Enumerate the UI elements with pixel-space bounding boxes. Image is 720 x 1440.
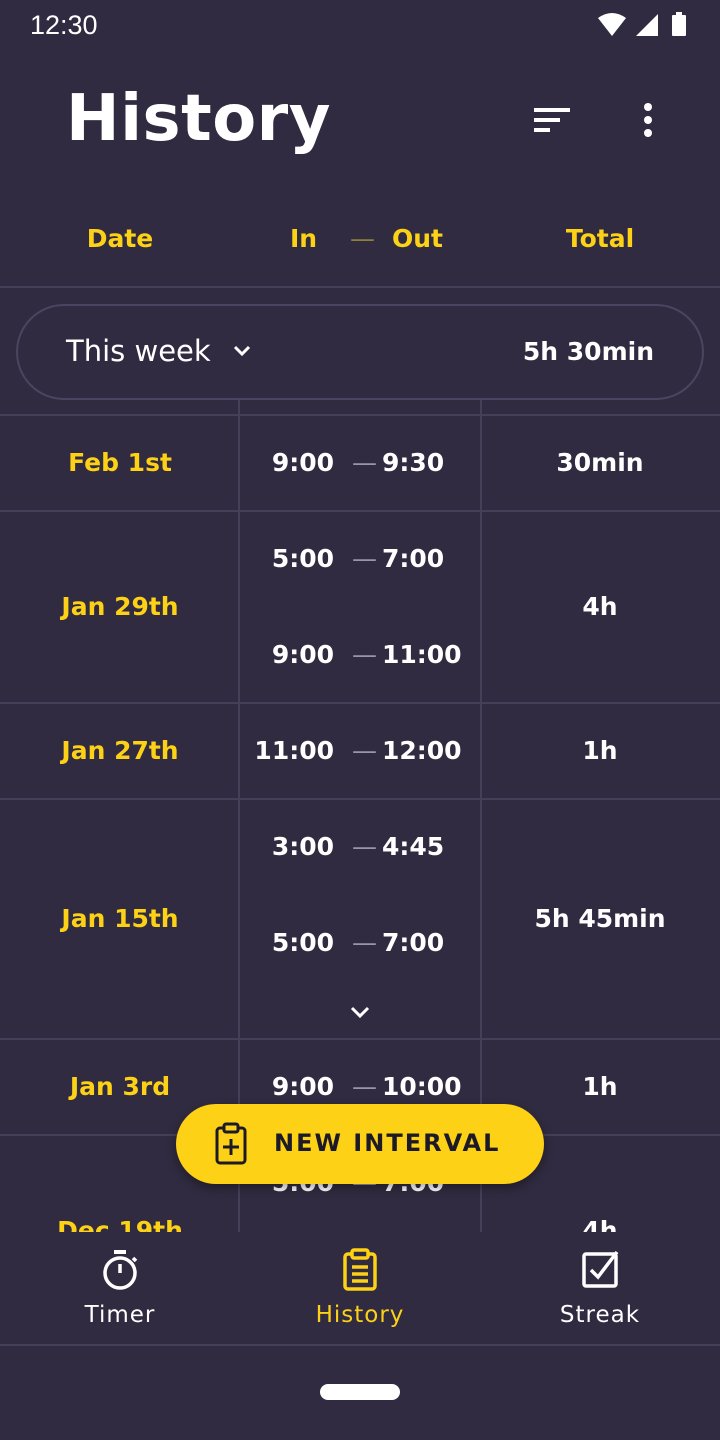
page-title: History — [66, 82, 331, 156]
header-total: Total — [565, 224, 635, 253]
row-date: Jan 27th — [61, 736, 179, 765]
status-time: 12:30 — [30, 10, 98, 40]
interval-out: 9:30 — [382, 448, 445, 477]
row-total: 1h — [582, 736, 618, 765]
interval: 5:00 — 7:00 — [240, 928, 480, 968]
row-date: Feb 1st — [68, 448, 172, 477]
wifi-icon — [598, 13, 626, 36]
clipboard-add-icon — [215, 1122, 247, 1165]
interval-in: 9:00 — [271, 640, 334, 669]
nav-item-history[interactable]: History — [240, 1232, 480, 1344]
nav-label-history: History — [315, 1302, 405, 1328]
chevron-down-icon[interactable] — [348, 1004, 372, 1020]
status-bar: 12:30 — [0, 0, 720, 50]
nav-label-streak: Streak — [559, 1302, 641, 1328]
bottom-navigation: Timer History Streak — [0, 1232, 720, 1344]
interval: 9:00 — 11:00 — [240, 640, 480, 680]
interval-in: 11:00 — [254, 736, 334, 765]
battery-icon — [672, 12, 686, 36]
row-total: 1h — [582, 1072, 618, 1101]
interval-out: 11:00 — [382, 640, 462, 669]
interval-in: 5:00 — [271, 544, 334, 573]
header-out: Out — [392, 224, 444, 253]
table-row[interactable]: Jan 15th 3:00 — 4:45 5:00 — 7:00 5h 45mi… — [0, 800, 720, 1040]
interval: 11:00 — 12:00 — [240, 736, 480, 776]
stopwatch-icon — [103, 1250, 138, 1290]
new-interval-button[interactable]: NEW INTERVAL — [176, 1104, 544, 1184]
interval-out: 4:45 — [382, 832, 445, 861]
row-date: Jan 15th — [61, 904, 179, 933]
cell-signal-icon — [636, 14, 658, 36]
row-date: Dec 19th — [57, 1216, 183, 1232]
interval-out: 7:00 — [382, 544, 445, 573]
interval-dash: — — [352, 928, 377, 957]
row-total: 4h — [582, 1216, 618, 1232]
nav-item-timer[interactable]: Timer — [0, 1232, 240, 1344]
home-indicator[interactable] — [320, 1384, 400, 1400]
interval-dash: — — [352, 832, 377, 861]
interval-out: 10:00 — [382, 1072, 462, 1101]
column-headers: Date In — Out Total — [0, 208, 720, 268]
interval-in: 9:00 — [271, 448, 334, 477]
clipboard-list-icon — [343, 1248, 377, 1291]
interval: 3:00 — 4:45 — [240, 832, 480, 872]
interval-in: 3:00 — [271, 832, 334, 861]
period-selector[interactable]: This week 5h 30min — [16, 304, 704, 400]
table-row[interactable]: Jan 27th 11:00 — 12:00 1h — [0, 704, 720, 800]
row-total: 4h — [582, 592, 618, 621]
interval: 5:00 — 7:00 — [240, 544, 480, 584]
interval-dash: — — [352, 1072, 377, 1101]
row-total: 5h 45min — [534, 904, 666, 933]
interval-dash: — — [352, 640, 377, 669]
table-row[interactable]: Jan 29th 5:00 — 7:00 9:00 — 11:00 4h — [0, 512, 720, 704]
header-dash: — — [350, 224, 375, 253]
new-interval-label: NEW INTERVAL — [274, 1129, 501, 1157]
sort-button[interactable] — [530, 100, 574, 144]
nav-item-streak[interactable]: Streak — [480, 1232, 720, 1344]
status-icons — [598, 12, 692, 38]
sort-icon — [534, 108, 570, 132]
interval-in: 9:00 — [271, 1072, 334, 1101]
interval-out: 7:00 — [382, 928, 445, 957]
more-options-button[interactable] — [626, 100, 670, 144]
row-date: Jan 3rd — [69, 1072, 171, 1101]
nav-label-timer: Timer — [84, 1302, 156, 1328]
checkbox-icon — [582, 1250, 619, 1288]
more-vert-icon — [644, 103, 652, 137]
interval-dash: — — [352, 544, 377, 573]
interval-out: 12:00 — [382, 736, 462, 765]
row-total: 30min — [556, 448, 644, 477]
header-in: In — [290, 224, 318, 253]
interval-in: 5:00 — [271, 928, 334, 957]
period-label: This week — [66, 334, 211, 368]
table-row[interactable]: Feb 1st 9:00 — 9:30 30min — [0, 416, 720, 512]
period-total: 5h 30min — [522, 337, 654, 366]
interval-dash: — — [352, 448, 377, 477]
divider — [0, 286, 720, 288]
header-date: Date — [86, 224, 154, 253]
interval-dash: — — [352, 736, 377, 765]
interval: 9:00 — 9:30 — [240, 448, 480, 488]
divider — [0, 1344, 720, 1346]
row-date: Jan 29th — [61, 592, 179, 621]
chevron-down-icon — [233, 345, 251, 357]
